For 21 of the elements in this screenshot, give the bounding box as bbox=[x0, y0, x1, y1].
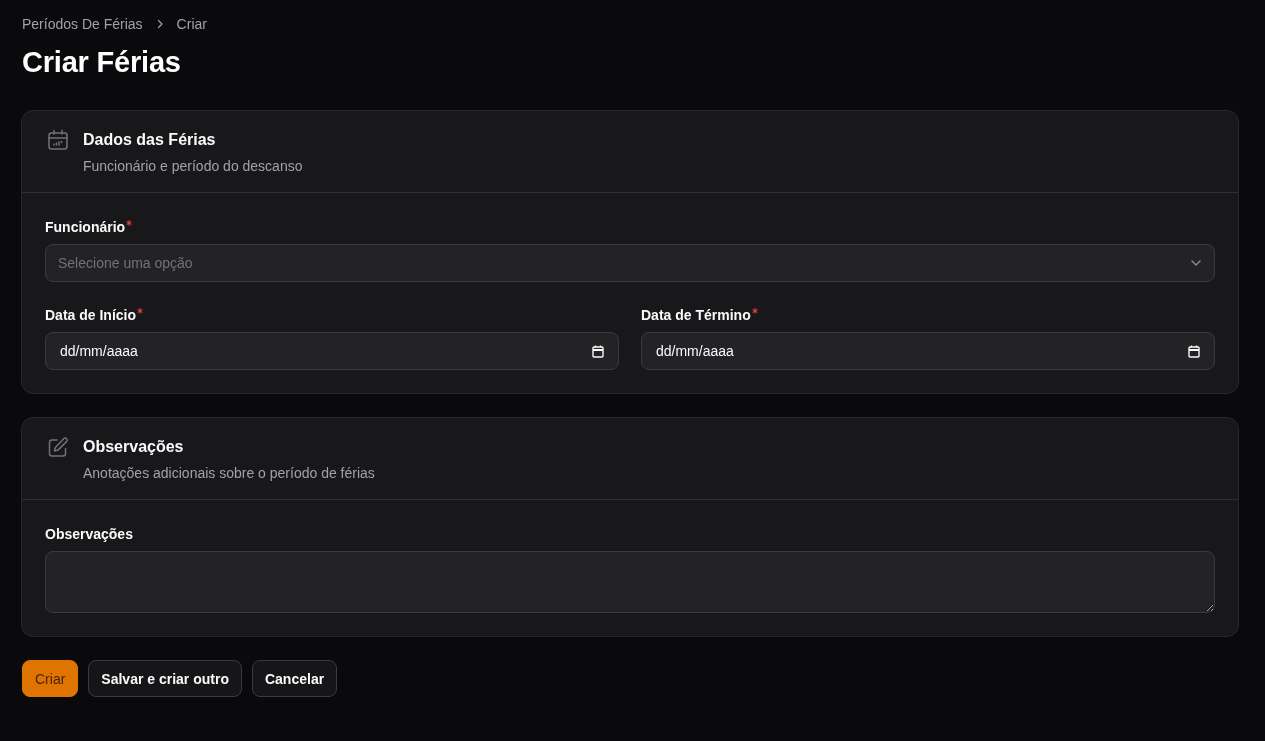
calendar-icon bbox=[47, 129, 69, 151]
date-field[interactable]: dd/mm/aaaa bbox=[641, 332, 1215, 370]
pencil-square-icon bbox=[47, 436, 69, 458]
field-label: Data de Início bbox=[45, 306, 137, 325]
field-label: Observações bbox=[45, 525, 133, 544]
field-label: Funcionário bbox=[45, 218, 126, 237]
section-subtitle: Funcionário e período do descanso bbox=[83, 157, 303, 176]
field-label: Data de Término bbox=[641, 306, 751, 325]
calendar-icon[interactable] bbox=[592, 344, 604, 358]
calendar-icon[interactable] bbox=[1188, 344, 1200, 358]
textarea-field[interactable] bbox=[45, 551, 1215, 613]
create-button[interactable]: Criar bbox=[22, 660, 79, 697]
section-title: Observações bbox=[83, 437, 185, 457]
action-button[interactable]: Salvar e criar outro bbox=[88, 660, 242, 697]
page-title: Criar Férias bbox=[22, 45, 182, 80]
date-field[interactable]: dd/mm/aaaa bbox=[45, 332, 619, 370]
section-title: Dados das Férias bbox=[83, 130, 217, 150]
action-button[interactable]: Cancelar bbox=[251, 660, 338, 697]
section-subtitle: Anotações adicionais sobre o período de férias bbox=[83, 464, 375, 483]
breadcrumb-link[interactable]: Períodos De Férias bbox=[22, 14, 143, 34]
breadcrumb-current: Criar bbox=[176, 15, 207, 34]
